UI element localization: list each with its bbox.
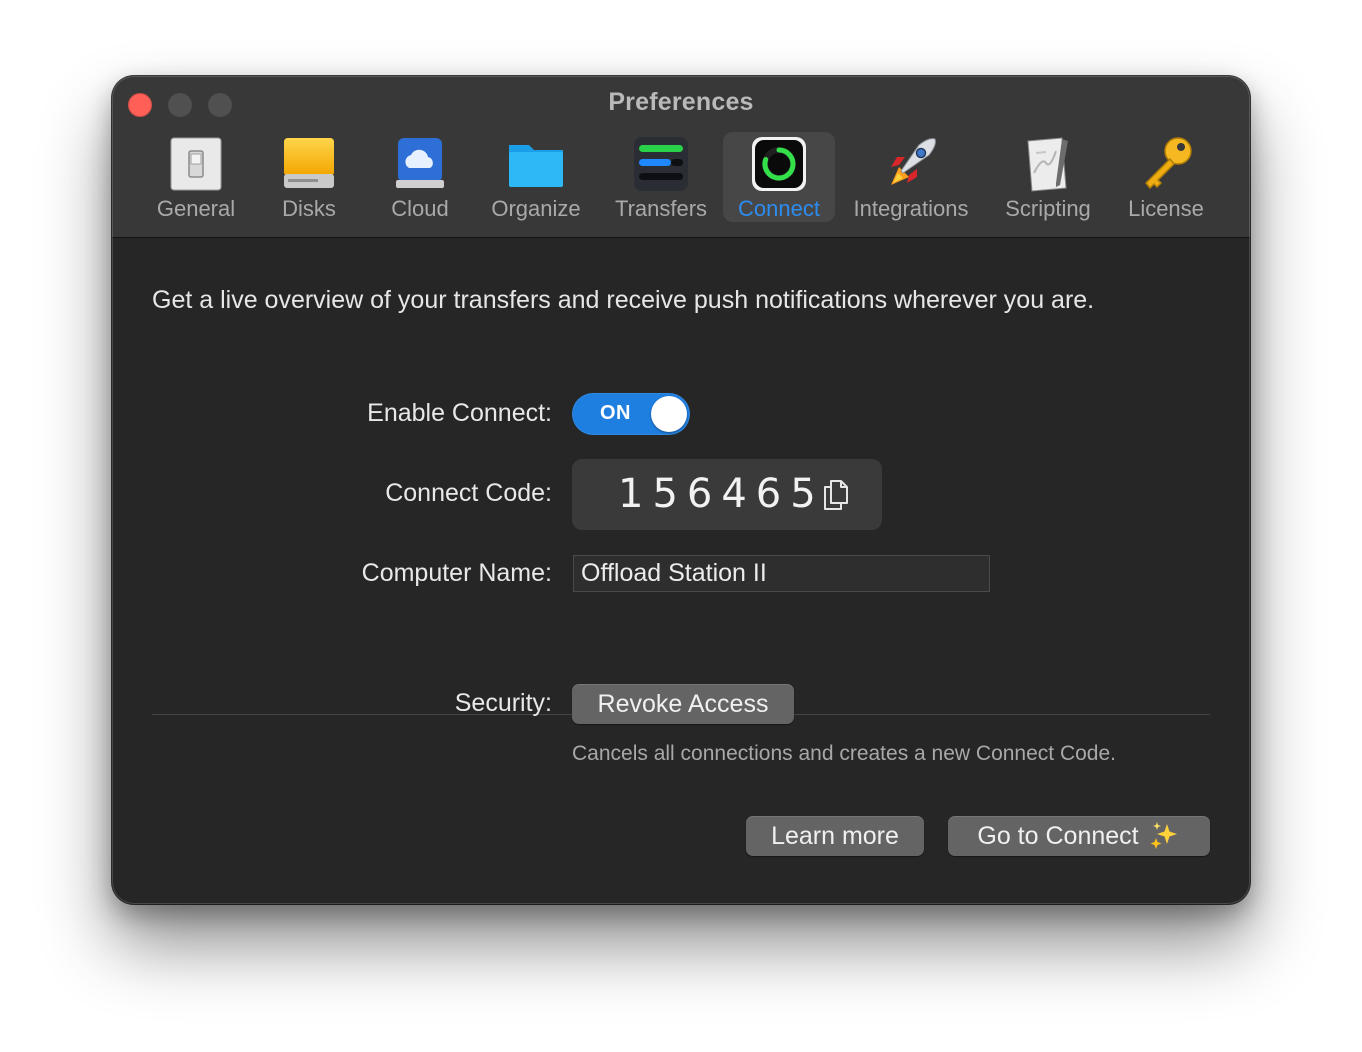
computer-name-label: Computer Name: bbox=[361, 559, 552, 587]
connect-code-box: 156465 bbox=[572, 459, 882, 530]
toggle-state-text: ON bbox=[600, 402, 631, 424]
toolbar-label: Connect bbox=[738, 196, 820, 221]
toolbar-tab-general[interactable]: General bbox=[148, 132, 244, 222]
toolbar-label: Transfers bbox=[614, 196, 708, 221]
toolbar-label: Cloud bbox=[391, 196, 449, 221]
toolbar-tab-organize[interactable]: Organize bbox=[484, 132, 588, 222]
preferences-window: Preferences General Disks Cloud Organize… bbox=[112, 76, 1250, 904]
connect-pane: Get a live overview of your transfers an… bbox=[112, 238, 1250, 904]
toolbar-label: Organize bbox=[491, 196, 581, 221]
toolbar-tab-license[interactable]: License bbox=[1120, 132, 1212, 222]
rocket-icon bbox=[881, 134, 941, 194]
toolbar-label: License bbox=[1128, 196, 1204, 221]
toolbar-tab-integrations[interactable]: Integrations bbox=[846, 132, 976, 222]
go-to-connect-label: Go to Connect bbox=[977, 821, 1139, 850]
toolbar-tab-transfers[interactable]: Transfers bbox=[606, 132, 716, 222]
drive-icon bbox=[279, 134, 339, 194]
toolbar-label: Integrations bbox=[853, 196, 969, 221]
go-to-connect-button[interactable]: Go to Connect bbox=[948, 816, 1210, 856]
revoke-access-button[interactable]: Revoke Access bbox=[572, 684, 794, 724]
transfers-bars-icon bbox=[631, 134, 691, 194]
key-icon bbox=[1136, 134, 1196, 194]
sparkles-icon bbox=[1149, 820, 1181, 852]
toolbar-label: General bbox=[156, 196, 236, 221]
learn-more-button[interactable]: Learn more bbox=[746, 816, 924, 856]
revoke-hint-text: Cancels all connections and creates a ne… bbox=[572, 742, 1116, 765]
cloud-drive-icon bbox=[390, 134, 450, 194]
script-paper-icon bbox=[1018, 134, 1078, 194]
connect-code-label: Connect Code: bbox=[385, 479, 552, 507]
copy-icon[interactable] bbox=[822, 479, 850, 511]
window-title: Preferences bbox=[608, 88, 754, 116]
folder-icon bbox=[506, 134, 566, 194]
computer-name-field[interactable] bbox=[573, 555, 990, 592]
intro-text: Get a live overview of your transfers an… bbox=[152, 286, 1095, 314]
toolbar-tab-scripting[interactable]: Scripting bbox=[998, 132, 1098, 222]
toolbar-label: Scripting bbox=[1005, 196, 1091, 221]
toolbar-label: Disks bbox=[282, 196, 336, 221]
light-switch-icon bbox=[166, 134, 226, 194]
connect-code-value: 156465 bbox=[618, 471, 825, 517]
connect-ring-icon bbox=[749, 134, 809, 194]
toolbar-tab-cloud[interactable]: Cloud bbox=[380, 132, 460, 222]
toolbar-tab-disks[interactable]: Disks bbox=[272, 132, 346, 222]
toggle-knob bbox=[651, 396, 687, 432]
security-label: Security: bbox=[454, 689, 552, 717]
title-bar: Preferences General Disks Cloud Organize… bbox=[112, 76, 1250, 238]
enable-connect-toggle[interactable]: ON bbox=[572, 393, 690, 435]
enable-connect-label: Enable Connect: bbox=[367, 399, 552, 427]
toolbar-tab-connect[interactable]: Connect bbox=[723, 132, 835, 222]
